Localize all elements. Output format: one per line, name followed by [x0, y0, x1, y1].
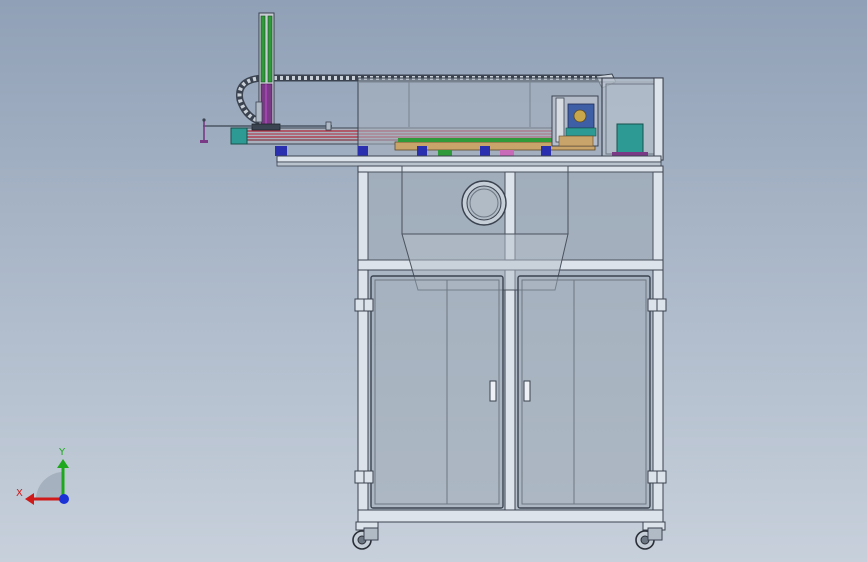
machine-side-view: Y X	[16, 12, 667, 550]
x-axis-label: X	[16, 488, 23, 499]
cad-viewport[interactable]: Y X	[0, 0, 867, 562]
left-caster-wheel	[352, 521, 379, 550]
deck-plate	[276, 155, 662, 167]
vertical-axis-column	[255, 12, 275, 132]
coordinate-triad: Y X	[16, 447, 69, 505]
y-axis-label: Y	[58, 447, 66, 458]
right-caster-wheel	[635, 521, 666, 550]
z-axis-dot	[59, 494, 69, 504]
left-door-handle[interactable]	[489, 380, 497, 402]
right-door-handle[interactable]	[523, 380, 531, 402]
